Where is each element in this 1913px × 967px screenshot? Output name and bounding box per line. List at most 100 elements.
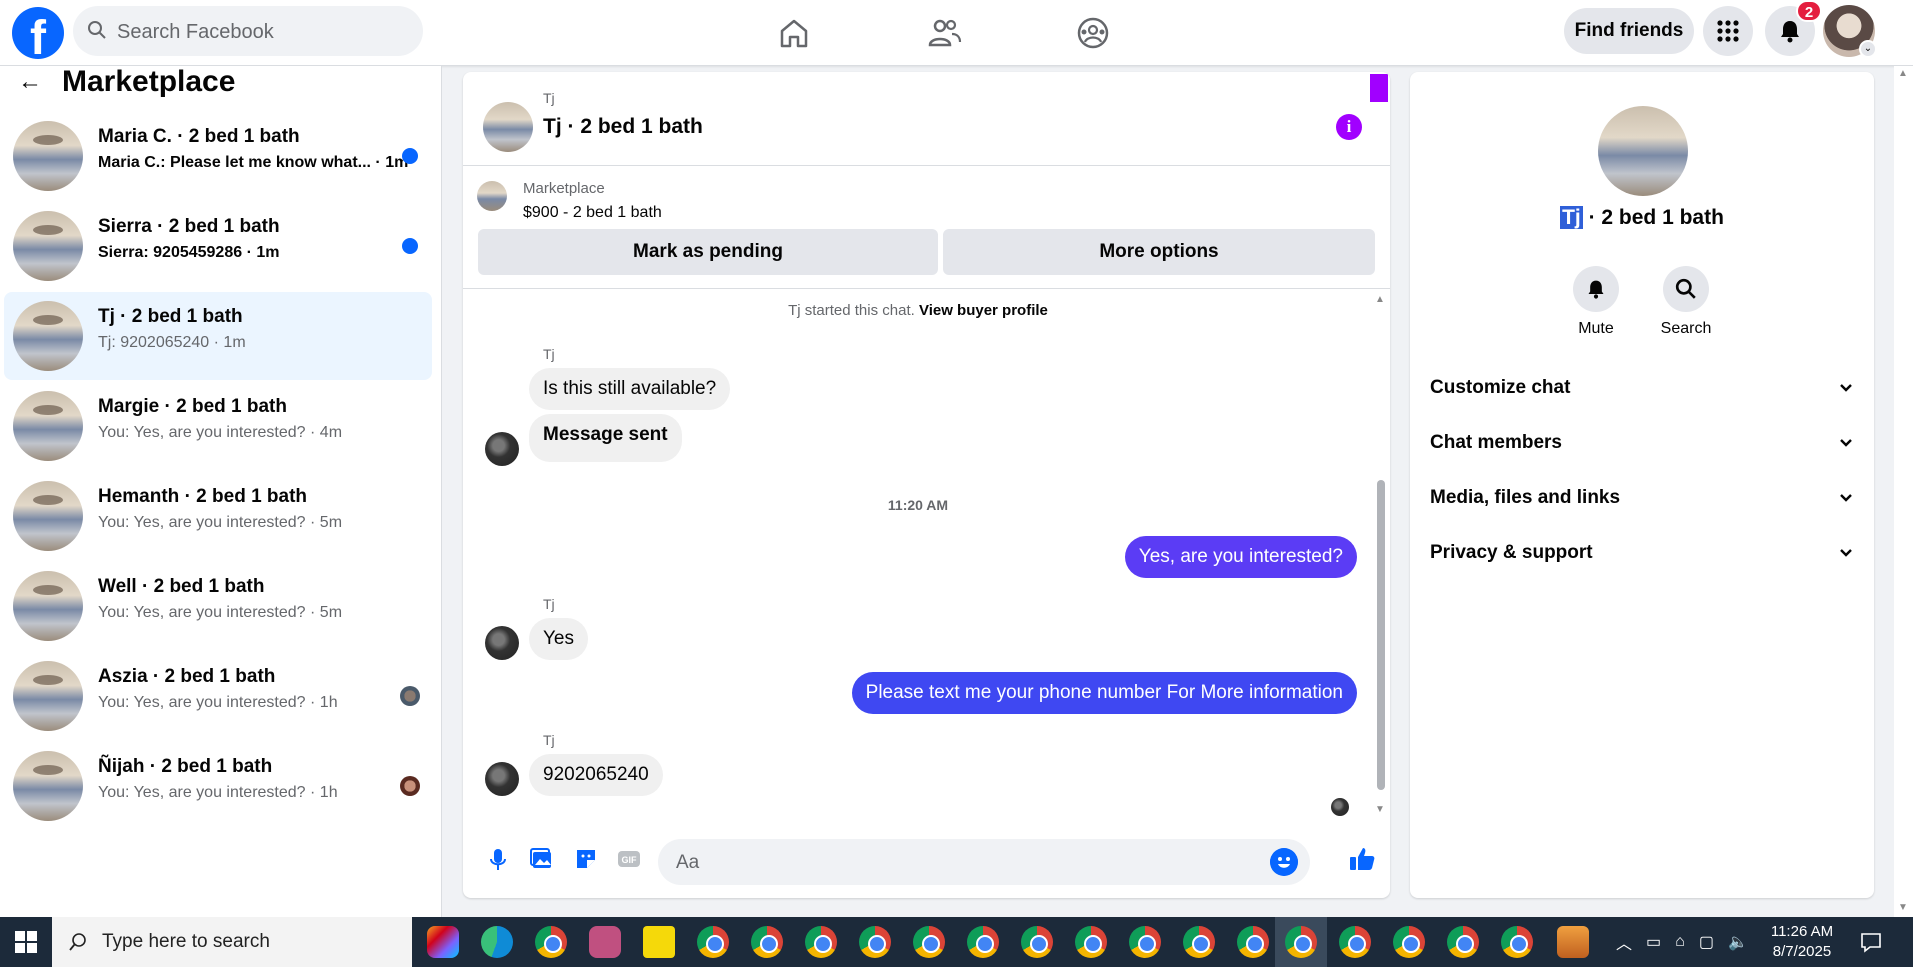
chat-members-row[interactable]: Chat members: [1430, 421, 1854, 465]
incoming-message[interactable]: Yes: [529, 618, 588, 660]
scroll-down-icon[interactable]: ▼: [1375, 804, 1385, 815]
message-input[interactable]: Aa: [658, 839, 1310, 885]
photo-icon[interactable]: [527, 844, 557, 874]
read-receipt-avatar: [400, 776, 420, 796]
sticker-icon[interactable]: [571, 844, 601, 874]
chat-avatar[interactable]: [483, 102, 533, 152]
app-icon[interactable]: [1557, 926, 1589, 958]
view-buyer-profile-link[interactable]: View buyer profile: [919, 302, 1048, 319]
incoming-message[interactable]: Message sent: [529, 414, 682, 462]
conversation-item[interactable]: Well · 2 bed 1 bath You: Yes, are you in…: [4, 562, 432, 650]
privacy-support-row[interactable]: Privacy & support: [1430, 531, 1854, 575]
conversation-item[interactable]: Sierra · 2 bed 1 bath Sierra: 9205459286…: [4, 202, 432, 290]
gif-icon[interactable]: GIF: [614, 844, 644, 874]
chrome-icon[interactable]: [859, 926, 891, 958]
search-icon: [1675, 278, 1696, 299]
menu-button[interactable]: [1703, 6, 1753, 56]
emoji-icon[interactable]: [1270, 848, 1298, 876]
chrome-icon[interactable]: [1075, 926, 1107, 958]
search-facebook-input[interactable]: Search Facebook: [73, 6, 423, 56]
sender-avatar[interactable]: [485, 762, 519, 796]
scroll-up-icon[interactable]: ▲: [1375, 294, 1385, 305]
conversation-item[interactable]: Ñijah · 2 bed 1 bath You: Yes, are you i…: [4, 742, 432, 830]
conversation-item-active[interactable]: Tj · 2 bed 1 bath Tj: 9202065240 · 1m: [4, 292, 432, 380]
conversation-preview: You: Yes, are you interested? · 1h: [98, 694, 338, 711]
scrollbar-thumb[interactable]: [1377, 480, 1385, 790]
chrome-icon[interactable]: [697, 926, 729, 958]
chrome-icon[interactable]: [1447, 926, 1479, 958]
edge-browser-icon[interactable]: [481, 926, 513, 958]
chrome-icon[interactable]: [1339, 926, 1371, 958]
start-button[interactable]: [0, 917, 52, 967]
incoming-message[interactable]: Is this still available?: [529, 368, 731, 410]
taskbar-search-placeholder: Type here to search: [102, 931, 270, 952]
chrome-icon[interactable]: [1129, 926, 1161, 958]
outgoing-message[interactable]: Please text me your phone number For Mor…: [851, 672, 1357, 714]
back-arrow-icon[interactable]: ←: [18, 68, 42, 96]
selected-name-text[interactable]: Tj: [1560, 206, 1583, 229]
facebook-logo[interactable]: f: [12, 7, 64, 65]
info-icon[interactable]: i: [1336, 114, 1362, 140]
find-friends-button[interactable]: Find friends: [1564, 8, 1694, 54]
conversation-item[interactable]: Maria C. · 2 bed 1 bath Maria C.: Please…: [4, 112, 432, 200]
svg-text:GIF: GIF: [622, 855, 638, 865]
scroll-down-icon[interactable]: ▼: [1898, 902, 1908, 913]
taskbar-search-input[interactable]: Type here to search: [52, 917, 412, 967]
home-icon[interactable]: [774, 13, 814, 53]
conversation-name: Hemanth · 2 bed 1 bath: [98, 486, 308, 507]
chevron-up-icon[interactable]: ︿: [1616, 930, 1632, 954]
incoming-message[interactable]: 9202065240: [529, 754, 663, 796]
chrome-icon[interactable]: [1183, 926, 1215, 958]
groups-icon[interactable]: [1073, 13, 1113, 53]
sender-avatar[interactable]: [485, 626, 519, 660]
sticky-notes-icon[interactable]: [643, 926, 675, 958]
display-icon[interactable]: ▢: [1699, 932, 1714, 952]
more-options-button[interactable]: More options: [943, 229, 1375, 275]
chat-title[interactable]: Tj · 2 bed 1 bath: [543, 115, 703, 139]
chat-scrollbar[interactable]: ▲ ▼: [1375, 290, 1385, 820]
mark-as-pending-button[interactable]: Mark as pending: [478, 229, 938, 275]
conversation-item[interactable]: Hemanth · 2 bed 1 bath You: Yes, are you…: [4, 472, 432, 560]
taskbar-clock[interactable]: 11:26 AM 8/7/2025: [1762, 922, 1842, 962]
conversation-name: Aszia · 2 bed 1 bath: [98, 666, 276, 687]
chrome-icon[interactable]: [1393, 926, 1425, 958]
outgoing-message[interactable]: Yes, are you interested?: [1124, 536, 1357, 578]
sender-avatar[interactable]: [485, 432, 519, 466]
thumbs-up-icon[interactable]: [1347, 844, 1377, 874]
chrome-icon[interactable]: [1237, 926, 1269, 958]
page-scrollbar[interactable]: ▲ ▼: [1894, 66, 1913, 917]
chrome-icon[interactable]: [805, 926, 837, 958]
customize-chat-row[interactable]: Customize chat: [1430, 366, 1854, 410]
search-action[interactable]: Search: [1646, 266, 1726, 338]
app-icon[interactable]: [589, 926, 621, 958]
mute-action[interactable]: Mute: [1556, 266, 1636, 338]
conversation-preview: You: Yes, are you interested? · 5m: [98, 604, 343, 621]
listing-thumbnail[interactable]: [477, 181, 507, 211]
media-files-links-row[interactable]: Media, files and links: [1430, 476, 1854, 520]
friends-icon[interactable]: [924, 13, 964, 53]
top-navigation: f Search Facebook Find friends 2 ⌄: [0, 0, 1913, 66]
volume-icon[interactable]: 🔈: [1728, 932, 1748, 952]
notification-center-icon[interactable]: [1860, 931, 1882, 953]
listing-price[interactable]: $900 - 2 bed 1 bath: [523, 204, 662, 222]
chrome-icon[interactable]: [1285, 926, 1317, 958]
chat-window: Tj Tj · 2 bed 1 bath i Marketplace $900 …: [463, 72, 1390, 898]
meet-icon[interactable]: ▭: [1646, 932, 1661, 952]
chrome-icon[interactable]: [913, 926, 945, 958]
row-label: Privacy & support: [1430, 542, 1593, 563]
microphone-icon[interactable]: [483, 844, 513, 874]
copilot-icon[interactable]: [427, 926, 459, 958]
chevron-down-icon[interactable]: ⌄: [1859, 40, 1877, 58]
chrome-icon[interactable]: [1501, 926, 1533, 958]
listing-photo[interactable]: [1598, 106, 1688, 196]
chrome-icon[interactable]: [535, 926, 567, 958]
scroll-up-icon[interactable]: ▲: [1898, 68, 1908, 79]
conversation-item[interactable]: Margie · 2 bed 1 bath You: Yes, are you …: [4, 382, 432, 470]
chrome-icon[interactable]: [1021, 926, 1053, 958]
sender-name: Tj: [543, 346, 555, 362]
chrome-icon[interactable]: [967, 926, 999, 958]
network-icon[interactable]: ⌂: [1675, 933, 1685, 951]
conversation-name: Tj · 2 bed 1 bath: [98, 306, 243, 327]
chrome-icon[interactable]: [751, 926, 783, 958]
conversation-item[interactable]: Aszia · 2 bed 1 bath You: Yes, are you i…: [4, 652, 432, 740]
